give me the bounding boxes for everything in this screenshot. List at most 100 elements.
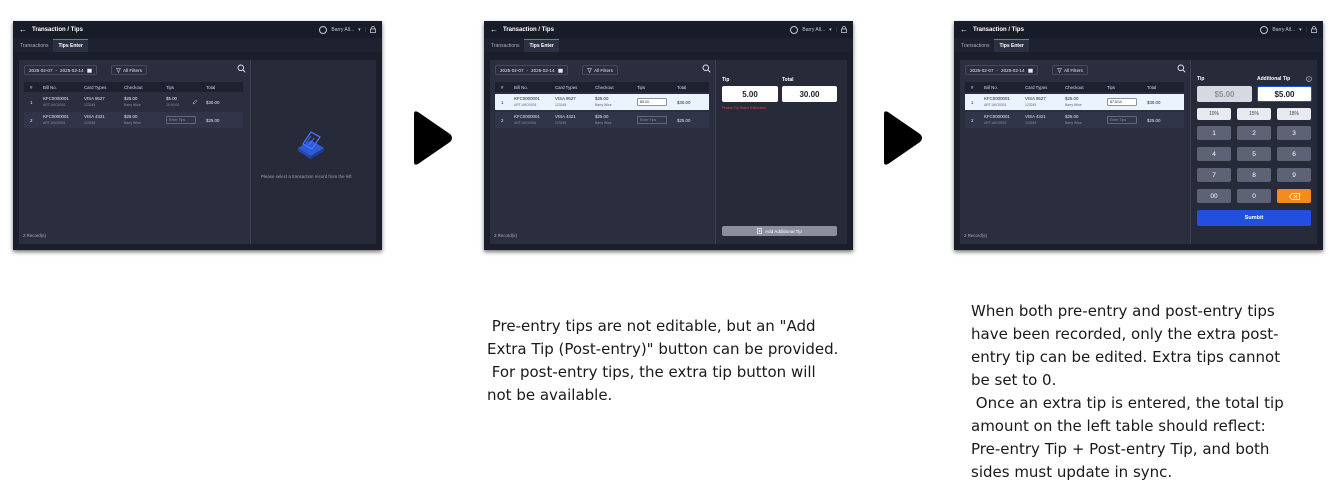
chevron-down-icon[interactable]: ▾	[1299, 27, 1302, 33]
all-filters-label: All Filters	[594, 67, 613, 73]
chevron-down-icon[interactable]: ▾	[829, 27, 832, 33]
additional-tip-value[interactable]: $5.00	[1257, 86, 1312, 102]
date-to: 2025-02-14	[60, 67, 84, 73]
tab-tips-enter[interactable]: Tips Enter	[994, 39, 1029, 52]
search-icon[interactable]	[702, 64, 711, 73]
key-2[interactable]: 2	[1237, 126, 1271, 140]
user-name[interactable]: Barry All...	[331, 27, 354, 33]
content-area: 2025-02-07 - 2025-02-14 All Filters # Bi…	[19, 60, 376, 244]
bill-sub: ART-UKO0001	[984, 103, 1007, 107]
all-filters-button[interactable]: All Filters	[111, 65, 147, 75]
tips-input[interactable]: Enter Tips	[166, 116, 196, 124]
info-icon[interactable]	[1306, 76, 1312, 82]
chevron-down-icon[interactable]: ▾	[358, 27, 361, 33]
table-header: # Bill No. Card Types Checkout Tips Tota…	[495, 82, 709, 92]
date-range-picker[interactable]: 2025-02-07 - 2025-02-14	[495, 65, 568, 75]
user-icon	[790, 25, 799, 34]
bill-sub: ART-UKO0001	[43, 121, 66, 125]
divider: |	[1305, 26, 1307, 33]
date-range-picker[interactable]: 2025-02-07 - 2025-02-14	[965, 65, 1038, 75]
bill-sub: ART-UKO0001	[514, 121, 537, 125]
back-arrow-icon[interactable]: ←	[19, 25, 27, 34]
table-row[interactable]: 1 KFC0000001 ART-UKO0001 VISA 9527 12324…	[495, 94, 709, 110]
percent-10-button[interactable]: 10%	[1197, 108, 1231, 120]
checkout-sub: Barry Wise	[1065, 121, 1082, 125]
user-icon	[319, 25, 328, 34]
col-total: Total	[206, 84, 216, 90]
tab-transactions[interactable]: Transactions	[956, 40, 994, 52]
table-row[interactable]: 1 KFC0000001 ART-UKO0001 VISA 9527 12324…	[24, 94, 243, 110]
tip-keypad-panel: Tip Additional Tip $5.00 $5.00 10% 15% 1…	[1190, 60, 1317, 244]
tips-input[interactable]: $7.5/10	[1107, 98, 1137, 106]
tab-transactions[interactable]: Transactions	[15, 40, 53, 52]
submit-button[interactable]: Sumbit	[1197, 210, 1311, 226]
key-0[interactable]: 0	[1237, 189, 1271, 203]
edit-icon[interactable]	[192, 99, 198, 105]
user-name[interactable]: Barry All...	[802, 27, 825, 33]
key-5[interactable]: 5	[1237, 147, 1271, 161]
tips-input[interactable]: Enter Tips	[1107, 116, 1137, 124]
arrow-right-icon	[884, 111, 922, 165]
all-filters-button[interactable]: All Filters	[1052, 65, 1088, 75]
key-6[interactable]: 6	[1277, 147, 1311, 161]
back-arrow-icon[interactable]: ←	[490, 25, 498, 34]
tips-amount: $5.00	[166, 96, 177, 101]
key-3[interactable]: 3	[1277, 126, 1311, 140]
card-type: VISA 4321	[1025, 114, 1046, 119]
tip-label: Tip	[1197, 76, 1205, 82]
record-count: 2 Record(s)	[494, 233, 517, 238]
tip-detail-panel: Tip Total 5.00 30.00 Please Tip Warm Est…	[715, 60, 847, 244]
user-icon	[1260, 25, 1269, 34]
lock-icon[interactable]	[1311, 26, 1317, 33]
tab-transactions[interactable]: Transactions	[486, 40, 524, 52]
empty-state-text: Please select a transaction record from …	[261, 174, 352, 179]
key-8[interactable]: 8	[1237, 168, 1271, 182]
transaction-list-panel: 2025-02-07 - 2025-02-14 All Filters # Bi…	[960, 60, 1189, 244]
key-7[interactable]: 7	[1197, 168, 1231, 182]
date-separator: -	[526, 67, 529, 73]
empty-box-icon	[298, 131, 324, 159]
percent-15-button[interactable]: 15%	[1237, 108, 1271, 120]
checkout-amount: $25.00	[1065, 114, 1079, 119]
card-sub: 123245	[555, 121, 567, 125]
tip-label: Tip	[722, 77, 730, 83]
date-range-picker[interactable]: 2025-02-07 - 2025-02-14	[24, 65, 97, 75]
key-1[interactable]: 1	[1197, 126, 1231, 140]
col-card-types: Card Types	[555, 84, 578, 90]
add-additional-tip-button[interactable]: Add Additional Tip	[722, 226, 837, 236]
col-num: #	[971, 84, 974, 90]
content-area: 2025-02-07 - 2025-02-14 All Filters # Bi…	[960, 60, 1317, 244]
table-row[interactable]: 2 KFC0000001 ART-UKO0001 VISA 4321 12324…	[495, 112, 709, 128]
additional-tip-label: Additional Tip	[1257, 76, 1291, 82]
tab-tips-enter[interactable]: Tips Enter	[524, 39, 559, 52]
tab-tips-enter[interactable]: Tips Enter	[53, 39, 88, 52]
all-filters-button[interactable]: All Filters	[582, 65, 618, 75]
table-row[interactable]: 2 KFC0000001 ART-UKO0001 VISA 4321 12324…	[24, 112, 243, 128]
col-card-types: Card Types	[84, 84, 107, 90]
lock-icon[interactable]	[841, 26, 847, 33]
row-number: 2	[30, 118, 33, 123]
bill-no: KFC0000001	[514, 114, 540, 119]
card-type: VISA 4321	[555, 114, 576, 119]
back-arrow-icon[interactable]: ←	[960, 25, 968, 34]
backspace-button[interactable]	[1277, 189, 1311, 203]
table-row[interactable]: 2 KFC0000001 ART-UKO0001 VISA 4321 12324…	[965, 112, 1184, 128]
tips-input[interactable]: Enter Tips	[637, 116, 667, 124]
caption-right: When both pre-entry and post-entry tips …	[971, 302, 1284, 481]
tips-input[interactable]: $5.00	[637, 98, 667, 106]
search-icon[interactable]	[237, 64, 246, 73]
total-amount: $30.00	[1147, 100, 1161, 105]
key-9[interactable]: 9	[1277, 168, 1311, 182]
total-amount: $25.00	[206, 118, 220, 123]
checkout-amount: $25.00	[595, 114, 609, 119]
search-icon[interactable]	[1177, 64, 1186, 73]
table-header: # Bill No. Card Types Checkout Tips Tota…	[965, 82, 1184, 92]
table-row[interactable]: 1 KFC0000001 ART-UKO0001 VISA 9527 12324…	[965, 94, 1184, 110]
lock-icon[interactable]	[370, 26, 376, 33]
key-00[interactable]: 00	[1197, 189, 1231, 203]
row-number: 1	[30, 100, 33, 105]
user-name[interactable]: Barry All...	[1272, 27, 1295, 33]
percent-18-button[interactable]: 18%	[1277, 108, 1311, 120]
key-4[interactable]: 4	[1197, 147, 1231, 161]
detail-panel: Please select a transaction record from …	[250, 60, 376, 244]
